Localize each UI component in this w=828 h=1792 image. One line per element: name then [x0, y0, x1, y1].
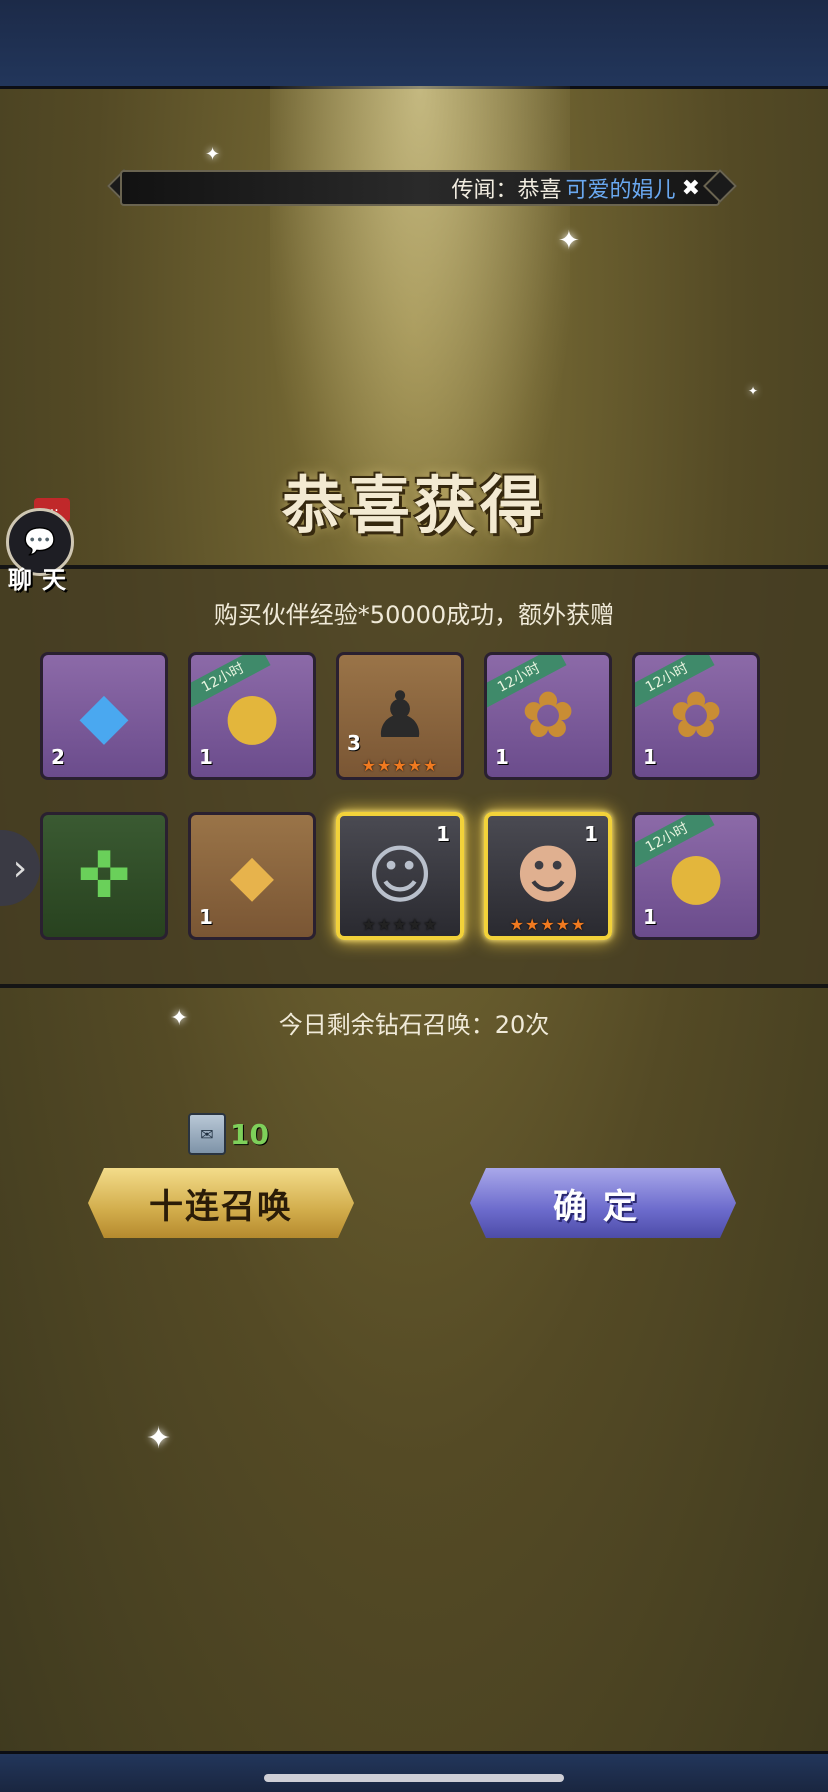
item-qty: 1: [436, 822, 450, 846]
green-emblem-icon: ✜: [77, 839, 131, 913]
reward-slot[interactable]: ⬥ 1: [188, 812, 316, 940]
masked-hero-portrait-icon: ☺: [366, 839, 434, 913]
gold-crystal-icon: ⬥: [229, 839, 275, 913]
blue-gem-icon: ◆: [79, 679, 129, 753]
purchase-message: 购买伙伴经验*50000成功，额外获赠: [213, 601, 615, 629]
news-prefix: 传闻：恭喜: [451, 178, 562, 203]
news-player[interactable]: 可爱的娟儿: [566, 172, 676, 204]
remaining-summons: 今日剩余钻石召唤：20次: [278, 1011, 550, 1039]
item-qty: 2: [51, 745, 65, 769]
chat-label: 聊天: [8, 566, 76, 594]
gold-coins-icon: ●: [224, 679, 280, 753]
page-title: 恭喜获得: [281, 469, 546, 542]
item-qty: 1: [584, 822, 598, 846]
reward-slot[interactable]: 12小时 ✿ 1: [632, 652, 760, 780]
reward-slot[interactable]: ◆ 2: [40, 652, 168, 780]
item-qty: 1: [643, 905, 657, 929]
scroll-icon: ✉: [188, 1113, 226, 1155]
chat-bubble-icon: 💬: [23, 527, 57, 557]
cost-amount: 10: [230, 1117, 269, 1151]
cross-icon: ✖: [681, 175, 700, 201]
gold-coins-icon: ●: [668, 839, 724, 913]
item-qty: 1: [199, 905, 213, 929]
star-rating: ★★★★★: [361, 756, 439, 775]
reward-slot[interactable]: ♟ 3 ★★★★★: [336, 652, 464, 780]
news-ticker: 传闻：恭喜 可爱的娟儿 ✖: [120, 170, 720, 206]
reward-slot[interactable]: 12小时 ● 1: [632, 812, 760, 940]
ten-summon-button[interactable]: 十连召唤: [88, 1168, 354, 1238]
pirate-hero-portrait-icon: ☻: [514, 839, 582, 913]
sparkle-icon: ✦: [748, 384, 759, 398]
reward-slot[interactable]: 12小时 ● 1: [188, 652, 316, 780]
hero-slot[interactable]: ☺ 1 ★★★★★: [336, 812, 464, 940]
top-bar: [0, 0, 828, 89]
home-indicator[interactable]: [264, 1774, 564, 1782]
sparkle-icon: ✦: [205, 144, 221, 165]
item-qty: 1: [643, 745, 657, 769]
gold-ore-icon: ✿: [669, 679, 723, 753]
reward-slot[interactable]: ✜: [40, 812, 168, 940]
star-rating: ★★★★★: [361, 915, 439, 934]
bottom-bar: [0, 1751, 828, 1792]
item-qty: 3: [347, 731, 361, 755]
star-rating: ★★★★★: [509, 915, 587, 934]
summon-cost: ✉ 10: [188, 1113, 269, 1155]
sparkle-icon: ✦: [558, 226, 580, 256]
reward-slot[interactable]: 12小时 ✿ 1: [484, 652, 612, 780]
sparkle-icon: ✦: [146, 1421, 172, 1456]
gold-ore-icon: ✿: [521, 679, 575, 753]
confirm-button[interactable]: 确定: [470, 1168, 736, 1238]
hero-slot[interactable]: ☻ 1 ★★★★★: [484, 812, 612, 940]
item-qty: 1: [199, 745, 213, 769]
hooded-figure-icon: ♟: [371, 679, 429, 753]
item-qty: 1: [495, 745, 509, 769]
